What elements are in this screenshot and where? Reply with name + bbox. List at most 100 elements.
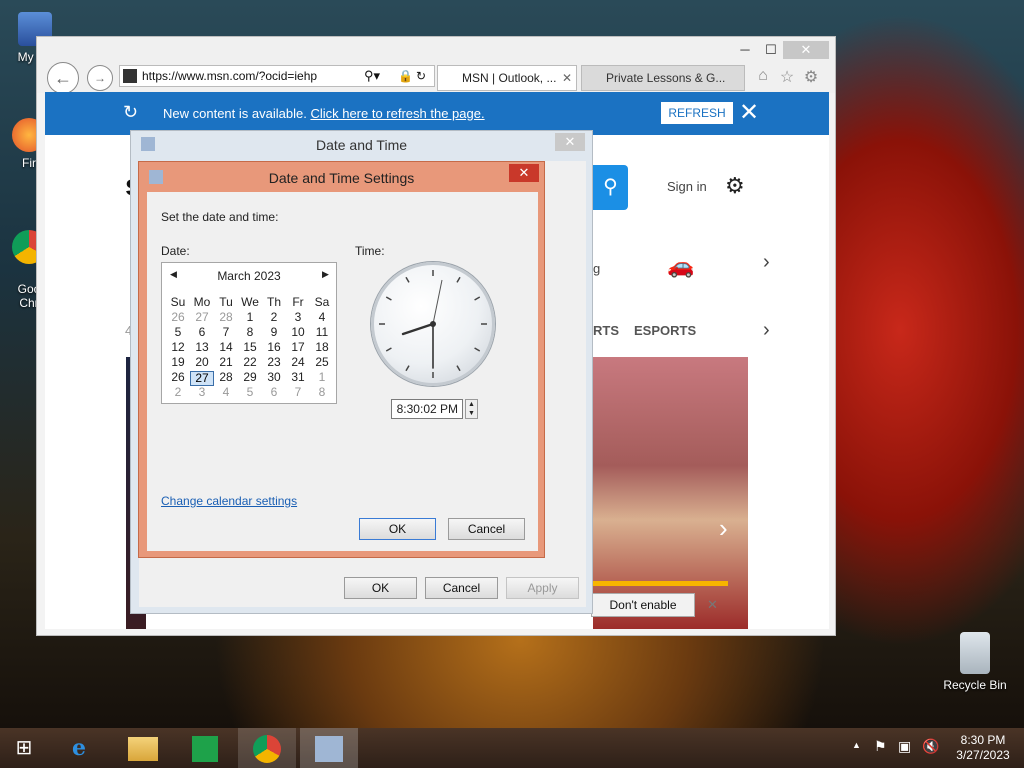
time-label: Time: — [355, 244, 385, 258]
dialog-title: Date and Time — [315, 137, 408, 153]
gear-icon[interactable]: ⚙ — [801, 67, 821, 87]
tray-clock[interactable]: 8:30 PM 3/27/2023 — [948, 733, 1018, 763]
calendar-day[interactable]: 1 — [310, 371, 334, 386]
close-icon[interactable]: ✕ — [707, 597, 718, 613]
search-button[interactable]: ⚲ — [593, 165, 628, 210]
chevron-right-icon[interactable]: › — [763, 319, 770, 342]
tab-close-icon[interactable]: ✕ — [562, 66, 572, 90]
refresh-icon[interactable]: ↻ — [416, 66, 426, 86]
calendar-day[interactable]: 7 — [286, 386, 310, 401]
network-icon[interactable]: ▣ — [898, 738, 911, 755]
calendar-day[interactable]: 27 — [190, 371, 214, 386]
calendar-day[interactable]: 19 — [166, 356, 190, 371]
search-icon[interactable]: ⚲▾ — [364, 66, 380, 86]
apply-button[interactable]: Apply — [506, 577, 579, 599]
calendar-day[interactable]: 25 — [310, 356, 334, 371]
minimize-button[interactable]: ─ — [731, 41, 759, 59]
calendar-day[interactable]: 10 — [286, 326, 310, 341]
dont-enable-button[interactable]: Don't enable — [591, 593, 695, 617]
weekday-header: Th — [266, 295, 281, 309]
close-button[interactable]: ✕ — [509, 164, 539, 182]
maximize-button[interactable]: ☐ — [757, 41, 785, 59]
taskbar-store-icon[interactable] — [176, 728, 234, 768]
tab-private-lessons[interactable]: Private Lessons & G... — [581, 65, 745, 91]
calendar-day[interactable]: 4 — [310, 311, 334, 326]
news-photo[interactable] — [593, 357, 748, 629]
calendar-day[interactable]: 5 — [166, 326, 190, 341]
calendar-day[interactable]: 28 — [214, 371, 238, 386]
chevron-right-icon[interactable]: › — [763, 251, 770, 274]
sign-in-link[interactable]: Sign in — [667, 179, 707, 194]
calendar-day[interactable]: 20 — [190, 356, 214, 371]
time-spinner[interactable]: ▲ ▼ — [465, 399, 478, 419]
calendar-day[interactable]: 3 — [190, 386, 214, 401]
calendar-day[interactable]: 28 — [214, 311, 238, 326]
ok-button[interactable]: OK — [359, 518, 436, 540]
calendar-day[interactable]: 17 — [286, 341, 310, 356]
date-time-settings-dialog: Date and Time Settings ✕ Set the date an… — [138, 161, 545, 558]
calendar-day[interactable]: 22 — [238, 356, 262, 371]
calendar-day[interactable]: 1 — [238, 311, 262, 326]
settings-gear-icon[interactable]: ⚙ — [725, 173, 745, 199]
calendar-month[interactable]: March 2023 — [162, 269, 336, 283]
desktop-icon-recycle-bin[interactable]: Recycle Bin — [940, 632, 1010, 692]
calendar-day[interactable]: 3 — [286, 311, 310, 326]
calendar-day[interactable]: 16 — [262, 341, 286, 356]
calendar-day[interactable]: 9 — [262, 326, 286, 341]
start-button[interactable]: ⊞ — [0, 728, 48, 768]
carousel-next-icon[interactable]: › — [719, 513, 728, 544]
refresh-link[interactable]: Click here to refresh the page. — [310, 106, 484, 121]
calendar-day[interactable]: 15 — [238, 341, 262, 356]
calendar-day[interactable]: 18 — [310, 341, 334, 356]
calendar-day[interactable]: 21 — [214, 356, 238, 371]
change-calendar-settings-link[interactable]: Change calendar settings — [161, 494, 297, 508]
calendar-day[interactable]: 2 — [166, 386, 190, 401]
calendar-day[interactable]: 5 — [238, 386, 262, 401]
nav-rts[interactable]: RTS — [593, 323, 619, 338]
taskbar-chrome-icon[interactable] — [238, 728, 296, 768]
calendar-day[interactable]: 11 — [310, 326, 334, 341]
calendar-day[interactable]: 2 — [262, 311, 286, 326]
close-button[interactable]: ✕ — [783, 41, 829, 59]
next-month-button[interactable]: ▶ — [322, 269, 329, 280]
date-label: Date: — [161, 244, 190, 258]
calendar-day[interactable]: 8 — [310, 386, 334, 401]
tray-overflow-icon[interactable]: ▲ — [852, 740, 861, 750]
calendar-day[interactable]: 8 — [238, 326, 262, 341]
refresh-button[interactable]: REFRESH — [661, 102, 733, 124]
calendar-day[interactable]: 24 — [286, 356, 310, 371]
ok-button[interactable]: OK — [344, 577, 417, 599]
address-bar[interactable]: https://www.msn.com/?ocid=iehp ⚲▾ 🔒 ↻ — [119, 65, 435, 87]
calendar-day[interactable]: 31 — [286, 371, 310, 386]
calendar-day[interactable]: 4 — [214, 386, 238, 401]
taskbar-explorer-icon[interactable] — [114, 728, 172, 768]
calendar-day[interactable]: 26 — [166, 311, 190, 326]
tab-label: Private Lessons & G... — [606, 71, 726, 85]
calendar-day[interactable]: 23 — [262, 356, 286, 371]
calendar-day[interactable]: 26 — [166, 371, 190, 386]
forward-button[interactable]: → — [87, 65, 113, 91]
action-center-flag-icon[interactable]: ⚑ — [874, 738, 887, 755]
favorites-icon[interactable]: ☆ — [777, 67, 797, 87]
cancel-button[interactable]: Cancel — [448, 518, 525, 540]
calendar-day[interactable]: 6 — [262, 386, 286, 401]
calendar-day[interactable]: 13 — [190, 341, 214, 356]
back-button[interactable]: ← — [47, 62, 79, 94]
cancel-button[interactable]: Cancel — [425, 577, 498, 599]
calendar-day[interactable]: 27 — [190, 311, 214, 326]
taskbar-ie-icon[interactable]: e — [50, 728, 108, 768]
calendar-day[interactable]: 14 — [214, 341, 238, 356]
time-input[interactable]: 8:30:02 PM — [391, 399, 463, 419]
volume-muted-icon[interactable]: 🔇 — [922, 738, 939, 755]
nav-esports[interactable]: ESPORTS — [634, 323, 696, 338]
taskbar-datetime-icon[interactable] — [300, 728, 358, 768]
calendar-day[interactable]: 7 — [214, 326, 238, 341]
close-icon[interactable]: ✕ — [739, 98, 759, 127]
tab-msn[interactable]: MSN | Outlook, ... ✕ — [437, 65, 577, 91]
calendar-day[interactable]: 29 — [238, 371, 262, 386]
close-button[interactable]: ✕ — [555, 133, 585, 151]
calendar-day[interactable]: 30 — [262, 371, 286, 386]
calendar-day[interactable]: 6 — [190, 326, 214, 341]
home-icon[interactable]: ⌂ — [753, 67, 773, 87]
calendar-day[interactable]: 12 — [166, 341, 190, 356]
